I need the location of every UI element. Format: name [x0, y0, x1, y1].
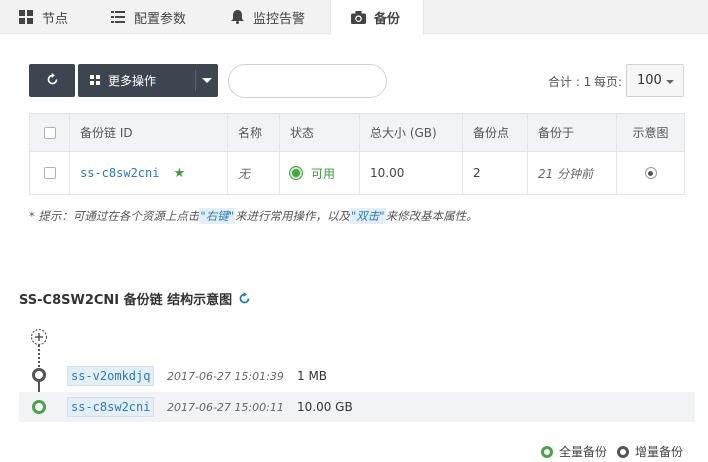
chain-item-time: 2017-06-27 15:01:39: [167, 369, 284, 383]
legend-incremental-label: 增量备份: [635, 445, 684, 459]
status-cell: 可用: [280, 152, 360, 194]
header-status[interactable]: 状态: [280, 114, 360, 151]
per-page-label: 每页:: [594, 75, 623, 89]
hint-text: * 提示：可通过在各个资源上点击"右键"来进行常用操作，以及"双击"来修改基本属…: [29, 208, 478, 224]
header-id[interactable]: 备份链 ID: [70, 114, 228, 151]
per-page-select[interactable]: 100: [626, 64, 684, 97]
status-text: 可用: [311, 166, 336, 181]
refresh-button[interactable]: [29, 64, 75, 97]
table-row[interactable]: ss-c8sw2cni ★ 无 可用 10.00 2 21 分钟前: [30, 152, 684, 194]
tab-backup[interactable]: 备份: [330, 0, 424, 35]
status-dot-icon: [290, 167, 302, 179]
grid-icon: [18, 9, 34, 25]
header-points[interactable]: 备份点: [463, 114, 528, 151]
per-page-value: 100: [637, 73, 662, 88]
select-all-checkbox[interactable]: [43, 126, 56, 139]
more-actions-label: 更多操作: [108, 74, 157, 88]
legend-full-label: 全量备份: [559, 445, 608, 459]
table-header: 备份链 ID 名称 状态 总大小 (GB) 备份点 备份于 示意图: [30, 114, 684, 152]
header-select-cell: [30, 114, 70, 151]
size-cell: 10.00: [360, 152, 463, 194]
more-actions-button[interactable]: 更多操作: [78, 64, 218, 97]
header-size[interactable]: 总大小 (GB): [360, 114, 463, 151]
backup-chain-link[interactable]: ss-c8sw2cni: [80, 166, 159, 180]
legend-full: 全量备份: [541, 443, 607, 460]
grid-icon: [90, 74, 100, 88]
hint-suffix: 来修改基本属性。: [385, 209, 478, 223]
divider: [195, 70, 196, 91]
hint-prefix: * 提示：可通过在各个资源上点击: [29, 209, 200, 223]
row-select-cell: [30, 152, 70, 194]
legend-incremental: 增量备份: [617, 443, 683, 460]
chevron-down-icon: [666, 80, 674, 84]
chain-item-size: 1 MB: [297, 369, 328, 383]
bell-icon: [229, 9, 245, 25]
camera-icon: [350, 10, 366, 26]
id-cell: ss-c8sw2cni ★: [70, 152, 228, 194]
chain-item-id[interactable]: ss-c8sw2cni: [67, 397, 155, 417]
search-input[interactable]: [228, 64, 387, 98]
add-node-icon[interactable]: [30, 328, 48, 346]
refresh-icon[interactable]: [238, 291, 252, 306]
tab-nodes[interactable]: 节点: [18, 0, 68, 34]
chain-title: SS-C8SW2CNI 备份链 结构示意图: [19, 289, 252, 308]
chain-item[interactable]: ss-c8sw2cni 2017-06-27 15:00:11 10.00 GB: [19, 392, 695, 422]
chevron-down-icon: [202, 78, 212, 83]
diagram-cell: [617, 152, 684, 194]
hint-middle: 来进行常用操作，以及: [235, 209, 350, 223]
header-name[interactable]: 名称: [228, 114, 280, 151]
refresh-icon: [46, 72, 59, 89]
tab-label: 配置参数: [134, 11, 187, 27]
star-icon: ★: [173, 165, 186, 181]
tab-config[interactable]: 配置参数: [110, 0, 186, 34]
radio-dot: [648, 170, 653, 176]
chain-item-id[interactable]: ss-v2omkdjq: [67, 366, 155, 386]
total-count: 合计 : 1: [548, 75, 592, 89]
time-cell: 21 分钟前: [528, 152, 617, 194]
chain-item-size: 10.00 GB: [297, 400, 353, 414]
diagram-radio[interactable]: [644, 167, 657, 179]
chain-item-time: 2017-06-27 15:00:11: [167, 400, 284, 414]
list-icon: [110, 9, 126, 25]
header-diagram: 示意图: [632, 126, 669, 140]
header-time[interactable]: 备份于: [528, 114, 617, 151]
full-node-icon: [32, 400, 46, 414]
name-cell: 无: [228, 152, 280, 194]
hint-double-click: "双击": [350, 208, 386, 224]
tab-label: 节点: [42, 11, 69, 27]
tab-label: 备份: [374, 12, 401, 27]
chain-title-text: SS-C8SW2CNI 备份链 结构示意图: [19, 293, 233, 308]
incremental-node-icon: [32, 368, 46, 382]
full-backup-icon: [541, 445, 553, 458]
row-checkbox[interactable]: [43, 167, 56, 179]
hint-right-click: "右键": [199, 208, 235, 224]
tab-bar: 节点 配置参数 监控告警 备份: [0, 0, 708, 35]
tab-monitor[interactable]: 监控告警: [229, 0, 305, 34]
incremental-backup-icon: [617, 445, 629, 458]
tab-label: 监控告警: [253, 11, 306, 27]
backup-chain-table: 备份链 ID 名称 状态 总大小 (GB) 备份点 备份于 示意图 ss-c8s…: [29, 113, 685, 195]
points-cell: 2: [463, 152, 528, 194]
chain-item[interactable]: ss-v2omkdjq 2017-06-27 15:01:39 1 MB: [19, 361, 695, 391]
